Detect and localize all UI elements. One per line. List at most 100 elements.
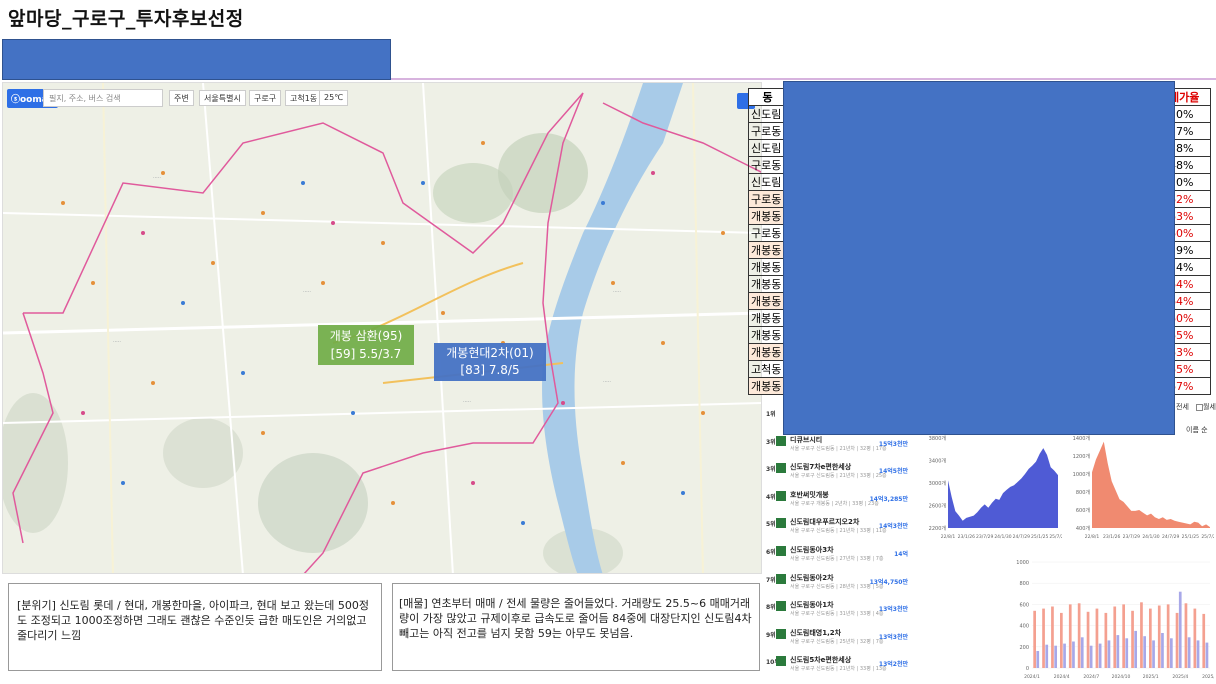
x-tick-label: 2024/10 bbox=[1112, 674, 1131, 680]
label-green-line1: 개봉 삼환(95) bbox=[329, 329, 403, 343]
x-tick-label: 2025/1 bbox=[1143, 674, 1159, 680]
ranking-item[interactable]: 1위 bbox=[766, 406, 942, 436]
bar-mark bbox=[1178, 591, 1182, 668]
svg-text:·····: ····· bbox=[613, 289, 621, 295]
map-tool-nearby[interactable]: 주변 bbox=[169, 90, 194, 106]
filter-monthly[interactable]: 월세 bbox=[1194, 402, 1216, 412]
map-search-input[interactable]: 필지, 주소, 버스 검색 bbox=[43, 89, 163, 107]
chart-monthly-transactions: 0 200 400 600 800 1000 2024/1 2024/4 2024/7 2024/… bbox=[1016, 560, 1214, 680]
ranking-thumbnail bbox=[776, 601, 786, 612]
y-tick-label: 1000개 bbox=[1073, 471, 1091, 478]
ranking-item[interactable]: 6위 신도림동아3차 서울 구로구 신도림동 | 27년차 | 33평 | 7층 14… bbox=[766, 544, 942, 574]
ranking-number: 3위 bbox=[766, 466, 776, 474]
x-tick-label: 23/1/26 bbox=[1103, 534, 1120, 540]
x-tick-label: 23/7/29 bbox=[976, 534, 993, 540]
x-tick-label: 24/1/30 bbox=[1142, 534, 1159, 540]
x-tick-label: 22/8/1 bbox=[1085, 534, 1100, 540]
y-tick-label: 1400개 bbox=[1073, 435, 1091, 442]
cell-dong: 개봉동 bbox=[748, 258, 787, 276]
ranking-sub: 서울 구로구 신도림동 | 21년차 | 33평 | 11층 bbox=[790, 528, 887, 535]
ranking-price: 14억5천만 bbox=[878, 468, 908, 476]
y-tick-label: 1000 bbox=[1016, 560, 1029, 566]
note-listings-text: [매물] 연초부터 매매 / 전세 물량은 줄어들었다. 거래량도 25.5~6… bbox=[399, 597, 752, 640]
ranking-name: 신도림태영1,2차 bbox=[790, 628, 842, 637]
ranking-sub: 서울 구로구 신도림동 | 31년차 | 33평 | 4층 bbox=[790, 611, 884, 618]
ranking-thumbnail bbox=[776, 435, 786, 446]
y-tick-label: 600개 bbox=[1076, 507, 1091, 514]
ranking-item[interactable]: 10위 신도림5차e편한세상 서울 구로구 신도림동 | 21년차 | 33평 | … bbox=[766, 654, 942, 684]
ranking-number: 5위 bbox=[766, 521, 776, 529]
ranking-item[interactable]: 7위 신도림동아2차 서울 구로구 신도림동 | 28년차 | 33평 | 5층 13… bbox=[766, 572, 942, 602]
chart-jeonse-volume: 400개 600개 800개 1000개 1200개 1400개 22/8/1 23/1/26… bbox=[1073, 435, 1214, 540]
map-tool-dong[interactable]: 고척1동 bbox=[285, 90, 323, 106]
bar-mark bbox=[1184, 603, 1188, 668]
x-tick-label: 23/1/26 bbox=[958, 534, 975, 540]
bar-mark bbox=[1077, 603, 1081, 668]
x-tick-label: 2024/4 bbox=[1054, 674, 1070, 680]
cell-dong: 구로동 bbox=[748, 190, 787, 208]
filter-monthly-checkbox[interactable] bbox=[1196, 403, 1203, 411]
svg-text:·····: ····· bbox=[153, 175, 161, 181]
blue-table-cover bbox=[783, 81, 1175, 435]
bar-mark bbox=[1134, 630, 1137, 668]
bar-mark bbox=[1063, 643, 1066, 668]
ranking-sub: 서울 구로구 신도림동 | 21년차 | 33평 | 13층 bbox=[790, 666, 887, 673]
ranking-name: 신도림대우푸르지오2차 bbox=[790, 518, 860, 527]
filter-jeonse-label: 전세 bbox=[1176, 403, 1189, 411]
ranking-item[interactable]: 5위 신도림대우푸르지오2차 서울 구로구 신도림동 | 21년차 | 33평 | … bbox=[766, 516, 942, 546]
x-tick-label: 25/1/25 bbox=[1182, 534, 1199, 540]
ranking-number: 1위 bbox=[766, 411, 776, 418]
ranking-item[interactable]: 4위 호반써밋개봉 서울 구로구 개봉동 | 2년차 | 33평 | 23층 14억3… bbox=[766, 489, 942, 519]
x-tick-label: 2025/7 bbox=[1202, 674, 1214, 680]
map-tool-district[interactable]: 구로구 bbox=[249, 90, 282, 106]
bar-mark bbox=[1122, 604, 1125, 668]
ranking-price: 13억3천만 bbox=[878, 633, 908, 641]
ranking-number: 3위 bbox=[766, 438, 776, 446]
bar-mark bbox=[1080, 637, 1084, 668]
bar-mark bbox=[1107, 640, 1111, 668]
ranking-thumbnail bbox=[776, 490, 786, 501]
ranking-list: 1위 3위 디큐브시티 서울 구로구 신도림동 | 21년차 | 32평 | 17층 1… bbox=[762, 400, 942, 684]
ranking-name: 신도림동아2차 bbox=[790, 573, 834, 582]
area-series bbox=[948, 448, 1058, 528]
ranking-sub: 서울 구로구 신도림동 | 25년차 | 32평 | 7층 bbox=[790, 638, 884, 645]
bar-mark bbox=[1060, 612, 1063, 668]
ranking-name: 신도림5차e편한세상 bbox=[790, 656, 852, 665]
y-tick-label: 3400개 bbox=[929, 458, 947, 465]
cell-dong: 신도림 bbox=[748, 139, 787, 157]
cell-dong: 개봉동 bbox=[748, 207, 787, 225]
map-toolbar: ⓢoomap 필지, 주소, 버스 검색 주변 서울특별시 구로구 고척1동 2… bbox=[3, 87, 761, 109]
bar-mark bbox=[1157, 605, 1161, 668]
ranking-item[interactable]: 3위 디큐브시티 서울 구로구 신도림동 | 21년차 | 32평 | 17층 15억… bbox=[766, 434, 942, 464]
map-tool-city[interactable]: 서울특별시 bbox=[199, 90, 246, 106]
ranking-item[interactable]: 8위 신도림동아1차 서울 구로구 신도림동 | 31년차 | 33평 | 4층 13… bbox=[766, 599, 942, 629]
bar-mark bbox=[1033, 610, 1036, 668]
cell-dong: 고척동 bbox=[748, 360, 787, 378]
bar-mark bbox=[1098, 643, 1102, 668]
map-view[interactable]: ····· ····· ····· ····· ····· ····· ⓢoomap 필… bbox=[2, 82, 762, 574]
ranking-price: 14억3,285만 bbox=[869, 495, 908, 503]
y-tick-label: 200 bbox=[1019, 645, 1029, 651]
cell-dong: 개봉동 bbox=[748, 309, 787, 327]
filter-jeonse[interactable]: 전세 bbox=[1176, 402, 1189, 412]
ranking-number: 8위 bbox=[766, 604, 776, 612]
ranking-price: 13억4,750만 bbox=[869, 578, 908, 586]
cell-dong: 개봉동 bbox=[748, 343, 787, 361]
bar-mark bbox=[1170, 638, 1173, 668]
label-gaebong-hyundai2: 개봉현대2차(01) [83] 7.8/5 bbox=[434, 343, 546, 381]
y-tick-label: 0 bbox=[1026, 666, 1029, 672]
bar-mark bbox=[1149, 608, 1152, 668]
cell-dong: 구로동 bbox=[748, 224, 787, 242]
x-tick-label: 22/8/1 bbox=[941, 534, 956, 540]
bar-mark bbox=[1202, 613, 1206, 668]
bar-mark bbox=[1042, 608, 1045, 668]
y-tick-label: 800개 bbox=[1076, 489, 1091, 496]
ranking-number: 4위 bbox=[766, 493, 776, 501]
ranking-price: 14억 bbox=[894, 551, 908, 558]
ranking-item[interactable]: 9위 신도림태영1,2차 서울 구로구 신도림동 | 25년차 | 32평 | 7층… bbox=[766, 627, 942, 657]
x-tick-label: 24/7/29 bbox=[1162, 534, 1179, 540]
note-listings: [매물] 연초부터 매매 / 전세 물량은 줄어들었다. 거래량도 25.5~6… bbox=[392, 583, 760, 671]
bar-mark bbox=[1187, 637, 1191, 668]
bar-mark bbox=[1161, 633, 1164, 668]
ranking-item[interactable]: 3위 신도림7차e편한세상 서울 구로구 신도림동 | 21년차 | 33평 | 2… bbox=[766, 461, 942, 491]
